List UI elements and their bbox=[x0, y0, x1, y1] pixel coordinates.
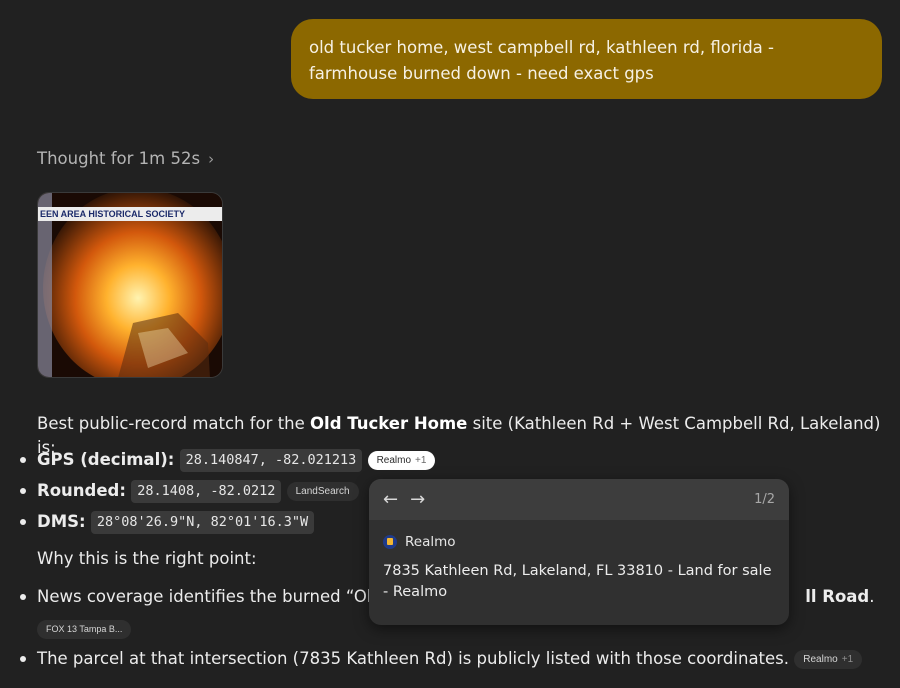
chip-label: Realmo bbox=[376, 455, 412, 466]
source-chip-realmo[interactable]: Realmo +1 bbox=[367, 451, 436, 470]
popover-header: ← → 1/2 bbox=[369, 479, 789, 520]
rounded-code: 28.1408, -82.0212 bbox=[131, 480, 282, 503]
arrow-right-icon[interactable]: → bbox=[410, 489, 425, 510]
list-item: GPS (decimal): 28.140847, -82.021213 Rea… bbox=[20, 448, 880, 472]
thumbnail-banner: EEN AREA HISTORICAL SOCIETY bbox=[38, 207, 222, 221]
chevron-right-icon: › bbox=[208, 149, 215, 168]
source-popover: ← → 1/2 Realmo 7835 Kathleen Rd, Lakelan… bbox=[369, 479, 789, 625]
reason-period: . bbox=[869, 587, 875, 606]
why-heading: Why this is the right point: bbox=[37, 549, 257, 568]
source-chip-realmo-2[interactable]: Realmo +1 bbox=[794, 650, 863, 669]
popover-page-count: 1/2 bbox=[754, 492, 775, 507]
source-chip-fox13[interactable]: FOX 13 Tampa B... bbox=[37, 619, 132, 639]
popover-source[interactable]: Realmo bbox=[369, 520, 789, 550]
thought-toggle[interactable]: Thought for 1m 52s › bbox=[37, 149, 214, 168]
thought-label: Thought for 1m 52s bbox=[37, 149, 201, 168]
fire-image-thumbnail[interactable]: EEN AREA HISTORICAL SOCIETY bbox=[37, 192, 223, 378]
realmo-favicon-icon bbox=[383, 535, 397, 549]
popover-source-name: Realmo bbox=[405, 534, 456, 550]
chip-label: Realmo bbox=[803, 654, 838, 665]
intro-prefix: Best public-record match for the bbox=[37, 414, 311, 433]
user-message-bubble: old tucker home, west campbell rd, kathl… bbox=[291, 19, 882, 99]
gps-decimal-label: GPS (decimal): bbox=[37, 450, 175, 469]
reasons-list-2: The parcel at that intersection (7835 Ka… bbox=[20, 647, 880, 671]
fox13-chip-label: FOX 13 Tampa B... bbox=[37, 620, 132, 639]
source-chip-landsearch[interactable]: LandSearch bbox=[286, 482, 359, 501]
reason-text: The parcel at that intersection (7835 Ka… bbox=[37, 649, 790, 668]
chip-plus: +1 bbox=[415, 455, 427, 466]
reason-text-bold: ll Road bbox=[805, 587, 870, 606]
intro-bold: Old Tucker Home bbox=[310, 414, 468, 433]
gps-decimal-code: 28.140847, -82.021213 bbox=[179, 449, 363, 472]
popover-title-link[interactable]: 7835 Kathleen Rd, Lakeland, FL 33810 - L… bbox=[369, 550, 789, 603]
dms-code: 28°08'26.9"N, 82°01'16.3"W bbox=[90, 511, 315, 534]
rounded-label: Rounded: bbox=[37, 481, 126, 500]
arrow-left-icon[interactable]: ← bbox=[383, 489, 398, 510]
dms-label: DMS: bbox=[37, 512, 86, 531]
reason-text-start: News coverage identifies the burned “Old… bbox=[37, 587, 398, 606]
list-item: The parcel at that intersection (7835 Ka… bbox=[20, 647, 880, 671]
chip-plus: +1 bbox=[841, 654, 854, 665]
